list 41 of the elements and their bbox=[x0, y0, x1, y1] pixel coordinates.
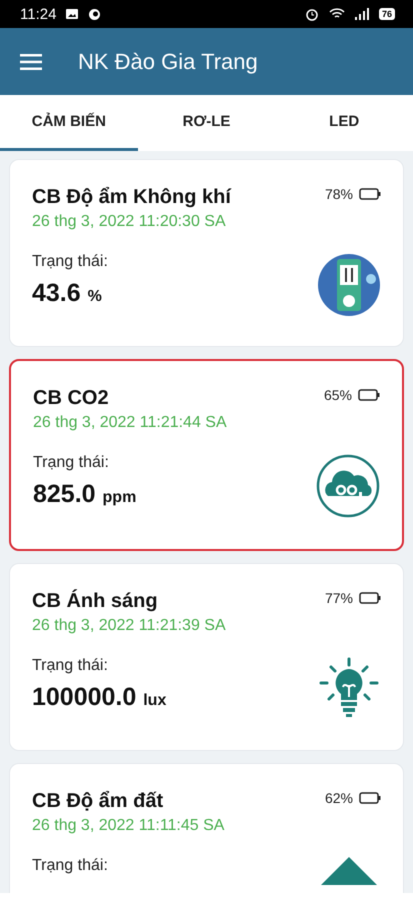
humidity-sensor-icon bbox=[317, 253, 381, 317]
battery-level: 76 bbox=[378, 8, 395, 20]
sensor-card[interactable]: CB CO2 65% 26 thg 3, 2022 11:21:44 SA Trạng thái: 825.0 ppm bbox=[9, 359, 404, 551]
status-label: Trạng thái: bbox=[32, 253, 108, 271]
battery-icon bbox=[359, 188, 381, 200]
battery-percent: 65% bbox=[324, 387, 352, 403]
status-label: Trạng thái: bbox=[32, 657, 109, 675]
sensor-value: 43.6 % bbox=[32, 279, 103, 308]
timestamp: 26 thg 3, 2022 11:21:44 SA bbox=[33, 414, 228, 432]
timestamp: 26 thg 3, 2022 11:11:45 SA bbox=[32, 817, 226, 835]
battery-percent: 77% bbox=[324, 590, 353, 606]
sensor-name: CB Độ ẩm Không khí bbox=[32, 186, 232, 209]
battery-icon bbox=[358, 389, 380, 401]
circle-icon bbox=[88, 8, 102, 20]
signal-icon bbox=[354, 8, 369, 20]
timestamp: 26 thg 3, 2022 11:20:30 SA bbox=[32, 213, 227, 231]
sensor-card[interactable]: CB Ánh sáng 77% 26 thg 3, 2022 11:21:39 SA Trạng thái: 100000.0 lux bbox=[9, 563, 404, 751]
battery-icon bbox=[359, 592, 381, 604]
battery-percent: 78% bbox=[324, 186, 353, 202]
sensor-value: 825.0 ppm bbox=[33, 480, 136, 509]
tab[interactable]: RƠ-LE bbox=[138, 95, 276, 151]
app-title: NK Đào Gia Trang bbox=[78, 48, 258, 74]
timestamp: 26 thg 3, 2022 11:21:39 SA bbox=[32, 617, 227, 635]
status-label: Trạng thái: bbox=[33, 454, 110, 472]
status-time: 11:24 bbox=[20, 6, 56, 22]
sensor-name: CB Ánh sáng bbox=[32, 590, 159, 613]
battery-percent: 62% bbox=[324, 790, 353, 806]
sensor-value: 100000.0 lux bbox=[32, 683, 166, 712]
menu-icon[interactable] bbox=[20, 54, 42, 70]
status-label: Trạng thái: bbox=[32, 857, 108, 875]
tab[interactable]: LED bbox=[275, 95, 413, 151]
image-icon bbox=[66, 9, 78, 19]
co2-cloud-icon bbox=[316, 454, 380, 518]
tab[interactable]: CẢM BIẾN bbox=[0, 95, 138, 151]
sensor-card[interactable]: CB Độ ẩm Không khí 78% 26 thg 3, 2022 11:20:30 SA Trạng thái: 43.6 % bbox=[9, 159, 404, 347]
wifi-icon bbox=[328, 8, 345, 20]
sensor-name: CB Độ ẩm đất bbox=[32, 790, 164, 813]
sensor-name: CB CO2 bbox=[33, 387, 110, 410]
battery-icon bbox=[359, 792, 381, 804]
alarm-icon bbox=[304, 7, 319, 21]
sensor-card[interactable]: CB Độ ẩm đất 62% 26 thg 3, 2022 11:11:45 SA Trạng thái: bbox=[9, 763, 404, 893]
